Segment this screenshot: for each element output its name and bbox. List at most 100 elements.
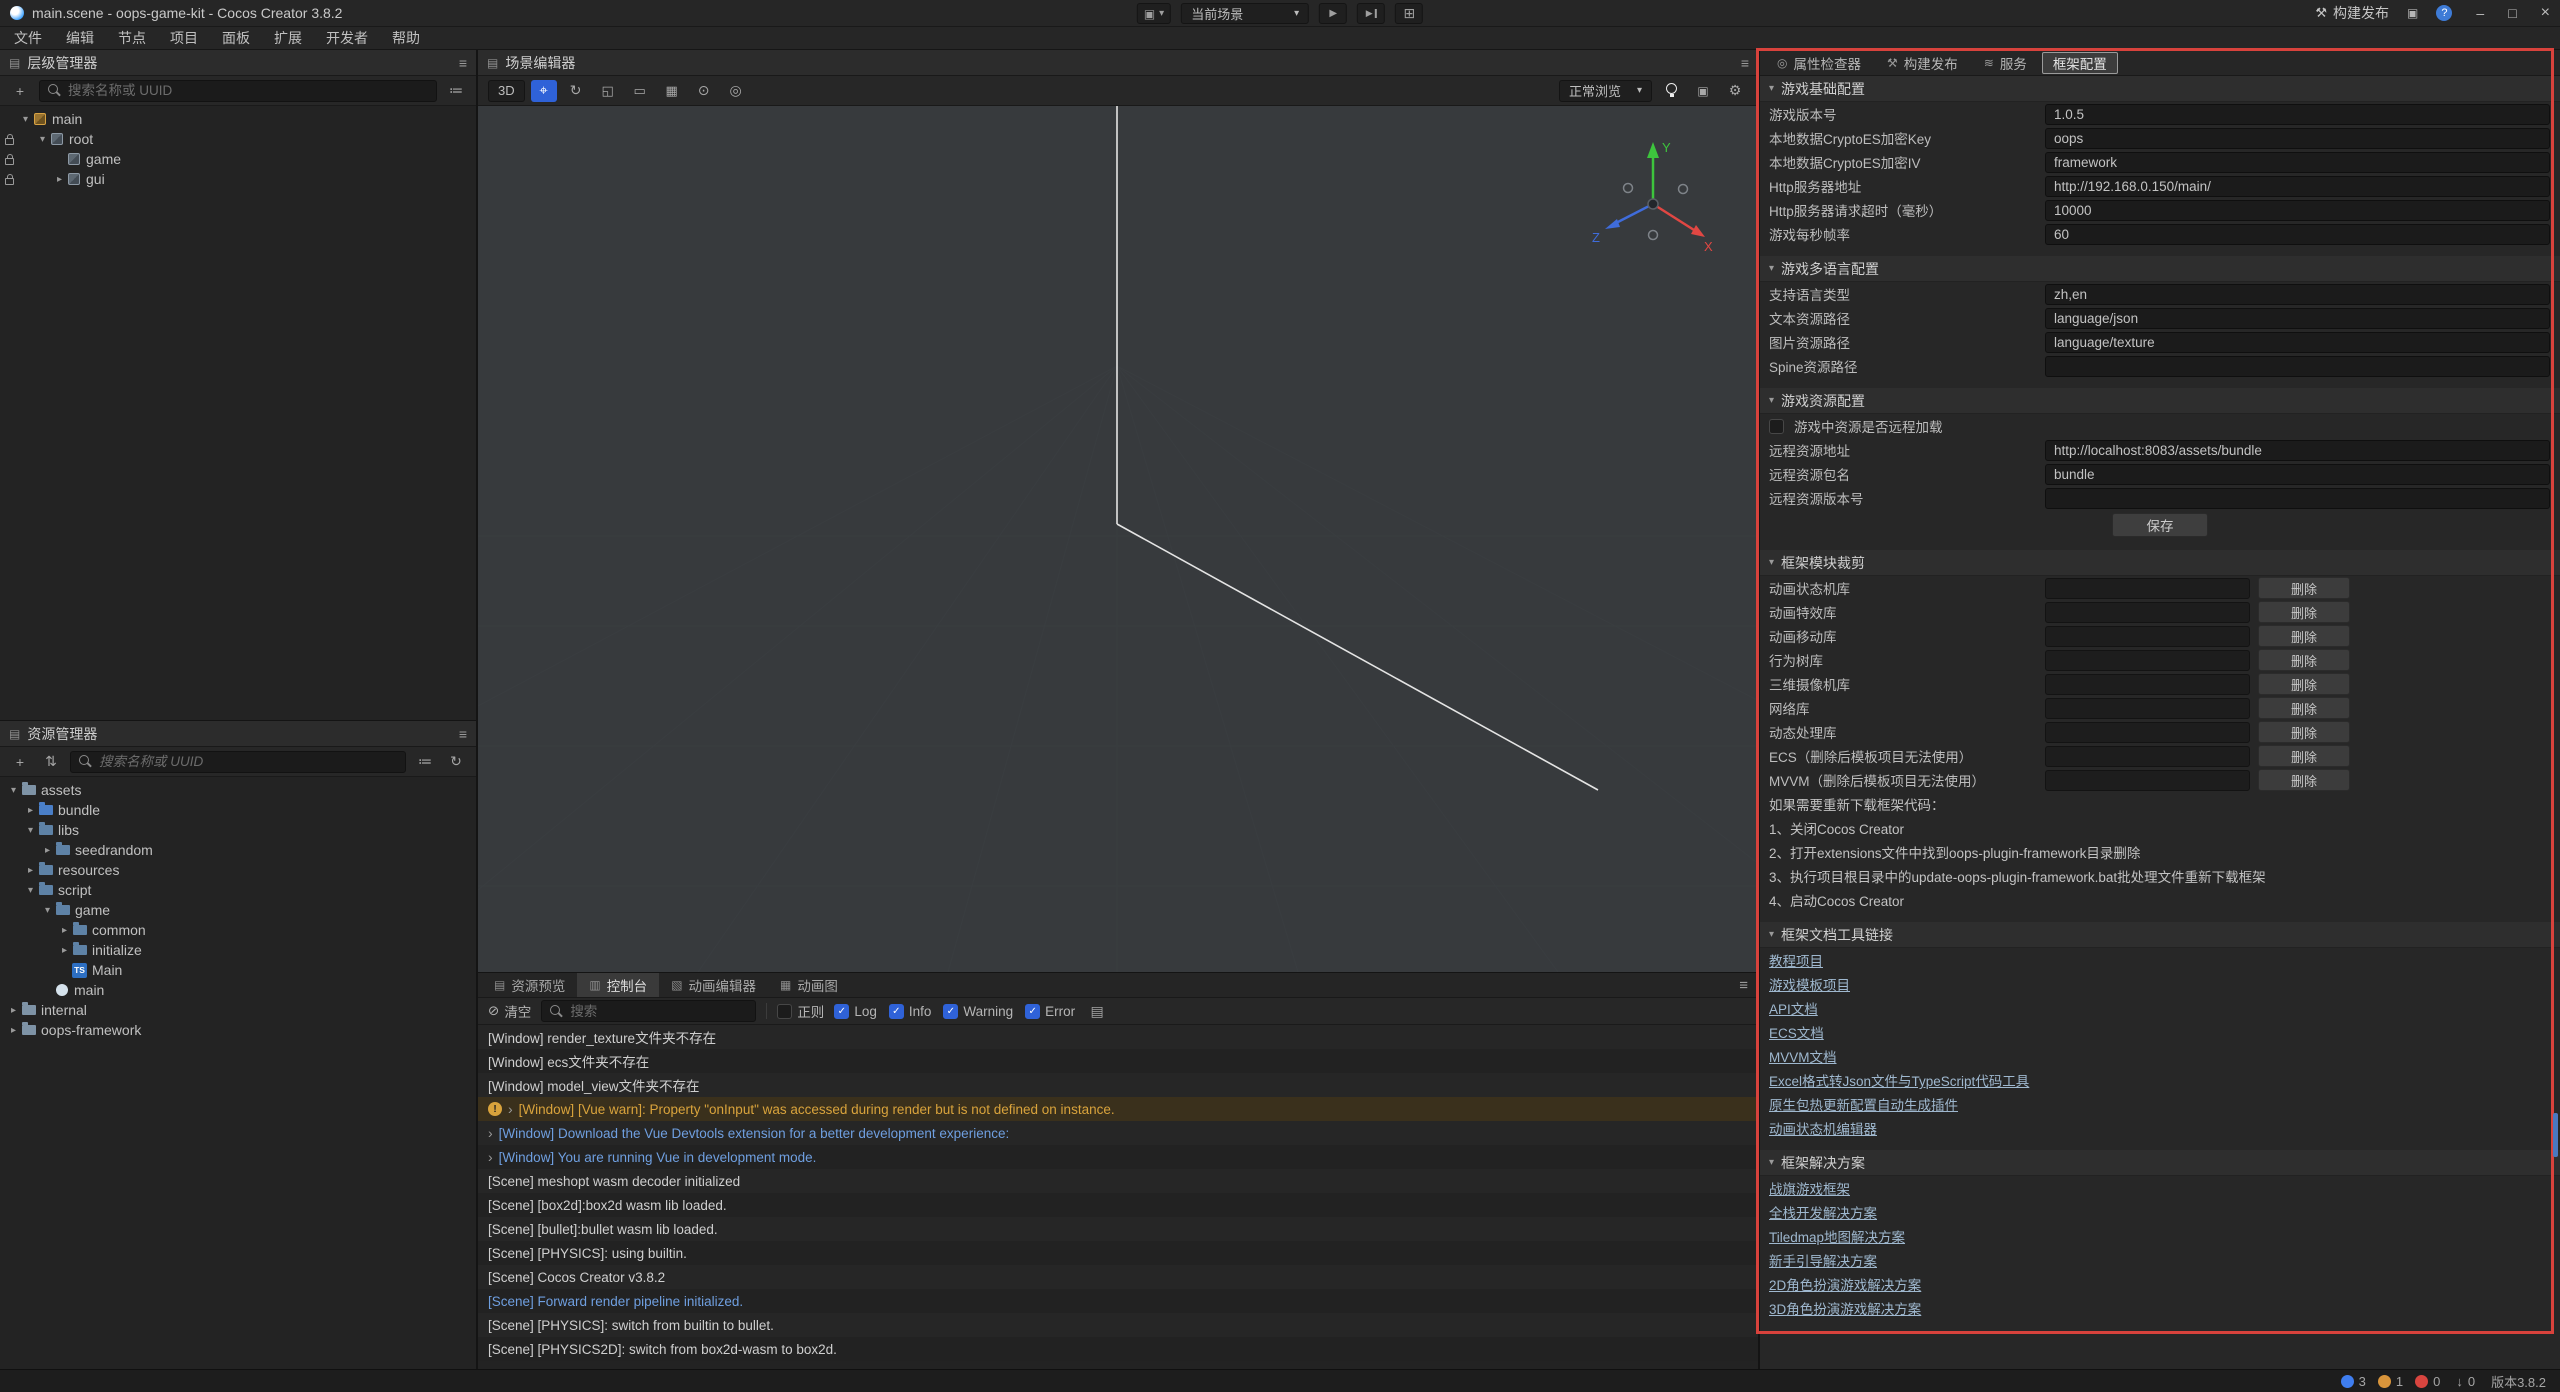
log-row[interactable]: [Scene] [PHYSICS2D]: switch from box2d-w… (478, 1337, 1758, 1361)
chevron-down-icon[interactable]: ▾ (35, 134, 50, 145)
hierarchy-node[interactable]: game (0, 149, 476, 169)
asset-node[interactable]: ▾script (0, 880, 476, 900)
doc-link[interactable]: ECS文档 (1760, 1020, 1833, 1044)
delete-button[interactable]: 删除 (2258, 745, 2350, 767)
rect-tool-button[interactable] (627, 80, 653, 102)
warnings-counter[interactable]: 1 (2378, 1374, 2403, 1389)
build-publish-button[interactable]: 构建发布 (2315, 3, 2389, 23)
projection-3d-button[interactable]: 3D (488, 80, 525, 102)
log-filter-error[interactable]: Error (1025, 1004, 1075, 1019)
create-node-button[interactable] (8, 80, 32, 102)
hierarchy-node[interactable]: ▸gui (0, 169, 476, 189)
property-input[interactable] (2045, 332, 2550, 353)
create-asset-button[interactable] (8, 751, 32, 773)
pivot-toggle-button[interactable] (691, 80, 717, 102)
chevron-right-icon[interactable]: ▸ (23, 805, 38, 816)
clear-console-button[interactable]: 清空 (488, 1001, 531, 1021)
chevron-right-icon[interactable]: ▸ (6, 1025, 21, 1036)
doc-link[interactable]: 全栈开发解决方案 (1760, 1200, 1886, 1224)
property-input[interactable] (2045, 104, 2550, 125)
chevron-down-icon[interactable]: ▾ (23, 885, 38, 896)
property-input[interactable] (2045, 488, 2550, 509)
doc-link[interactable]: 动画状态机编辑器 (1760, 1116, 1886, 1140)
asset-node[interactable]: Main (0, 960, 476, 980)
refresh-assets-button[interactable] (444, 751, 468, 773)
log-row[interactable]: [Scene] Cocos Creator v3.8.2 (478, 1265, 1758, 1289)
remote-load-checkbox[interactable] (1769, 419, 1784, 434)
property-input[interactable] (2045, 128, 2550, 149)
doc-link[interactable]: Tiledmap地图解决方案 (1760, 1224, 1914, 1248)
asset-node[interactable]: ▸initialize (0, 940, 476, 960)
log-row[interactable]: ›[Window] [Vue warn]: Property "onInput"… (478, 1097, 1758, 1121)
console-tab-preview[interactable]: ▤资源预览 (482, 973, 577, 997)
inspector-tab-inspector[interactable]: ◎属性检查器 (1766, 52, 1872, 74)
log-row[interactable]: [Scene] [bullet]:bullet wasm lib loaded. (478, 1217, 1758, 1241)
expand-arrow-icon[interactable]: › (488, 1125, 493, 1141)
log-row[interactable]: [Scene] [box2d]:box2d wasm lib loaded. (478, 1193, 1758, 1217)
menu-item[interactable]: 扩展 (262, 27, 314, 49)
menu-item[interactable]: 项目 (158, 27, 210, 49)
asset-node[interactable]: ▾libs (0, 820, 476, 840)
property-input[interactable] (2045, 224, 2550, 245)
hierarchy-search[interactable] (39, 80, 437, 102)
console-counters[interactable]: 310 (2341, 1374, 2441, 1389)
console-tab-anim-editor[interactable]: ▧动画编辑器 (659, 973, 768, 997)
delete-button[interactable]: 删除 (2258, 625, 2350, 647)
log-row[interactable]: [Window] model_view文件夹不存在 (478, 1073, 1758, 1097)
asset-node[interactable]: ▸bundle (0, 800, 476, 820)
doc-link[interactable]: 教程项目 (1760, 948, 1832, 972)
delete-button[interactable]: 删除 (2258, 769, 2350, 791)
doc-link[interactable]: 游戏模板项目 (1760, 972, 1859, 996)
section-header[interactable]: ▾框架文档工具链接 (1760, 922, 2560, 948)
panel-layout-icon[interactable] (2407, 6, 2418, 20)
asset-node[interactable]: ▸seedrandom (0, 840, 476, 860)
maximize-button[interactable] (2508, 5, 2516, 21)
scene-select[interactable]: 当前场景 (1181, 3, 1309, 24)
property-input[interactable] (2045, 464, 2550, 485)
doc-link[interactable]: 新手引导解决方案 (1760, 1248, 1886, 1272)
property-input[interactable] (2045, 356, 2550, 377)
expand-arrow-icon[interactable]: › (488, 1149, 493, 1165)
asset-node[interactable]: ▾game (0, 900, 476, 920)
panel-menu-icon[interactable] (459, 55, 467, 71)
menu-item[interactable]: 面板 (210, 27, 262, 49)
log-row[interactable]: [Scene] meshopt wasm decoder initialized (478, 1169, 1758, 1193)
asset-node[interactable]: main (0, 980, 476, 1000)
panel-menu-icon[interactable] (459, 726, 467, 742)
console-search-input[interactable] (570, 1004, 747, 1019)
scene-light-toggle[interactable] (1658, 80, 1684, 102)
inspector-tab-service[interactable]: ≋服务 (1973, 52, 2038, 74)
inspector-tab-framework-config[interactable]: 框架配置 (2042, 52, 2118, 74)
property-input[interactable] (2045, 308, 2550, 329)
view-mode-select[interactable]: 正常浏览 (1559, 80, 1652, 102)
doc-link[interactable]: Excel格式转Json文件与TypeScript代码工具 (1760, 1068, 2038, 1092)
log-filter-log[interactable]: Log (834, 1004, 877, 1019)
asset-node[interactable]: ▸common (0, 920, 476, 940)
panel-menu-icon[interactable] (1741, 55, 1749, 71)
menu-item[interactable]: 帮助 (380, 27, 432, 49)
delete-button[interactable]: 删除 (2258, 697, 2350, 719)
minimize-button[interactable] (2476, 5, 2484, 21)
hierarchy-search-input[interactable] (68, 83, 428, 98)
chevron-right-icon[interactable]: ▸ (52, 174, 67, 185)
ui-tool-button[interactable] (659, 80, 685, 102)
chevron-down-icon[interactable]: ▾ (23, 825, 38, 836)
assets-search[interactable] (70, 751, 406, 773)
console-tab-anim-graph[interactable]: ▦动画图 (768, 973, 850, 997)
rotate-tool-button[interactable] (563, 80, 589, 102)
assets-filter-button[interactable] (413, 751, 437, 773)
section-header[interactable]: ▾框架解决方案 (1760, 1150, 2560, 1176)
hierarchy-node[interactable]: ▾main (0, 109, 476, 129)
hierarchy-node[interactable]: ▾root (0, 129, 476, 149)
regex-toggle[interactable]: 正则 (777, 1001, 824, 1021)
sort-assets-button[interactable] (39, 751, 63, 773)
chevron-right-icon[interactable]: ▸ (6, 1005, 21, 1016)
doc-link[interactable]: 2D角色扮演游戏解决方案 (1760, 1272, 1930, 1296)
log-row[interactable]: [Scene] Forward render pipeline initiali… (478, 1289, 1758, 1313)
move-tool-button[interactable] (531, 80, 557, 102)
log-row[interactable]: ›[Window] Download the Vue Devtools exte… (478, 1121, 1758, 1145)
property-input[interactable] (2045, 200, 2550, 221)
panel-menu-icon[interactable] (1739, 973, 1758, 997)
doc-link[interactable]: 原生包热更新配置自动生成插件 (1760, 1092, 1967, 1116)
asset-node[interactable]: ▾assets (0, 780, 476, 800)
